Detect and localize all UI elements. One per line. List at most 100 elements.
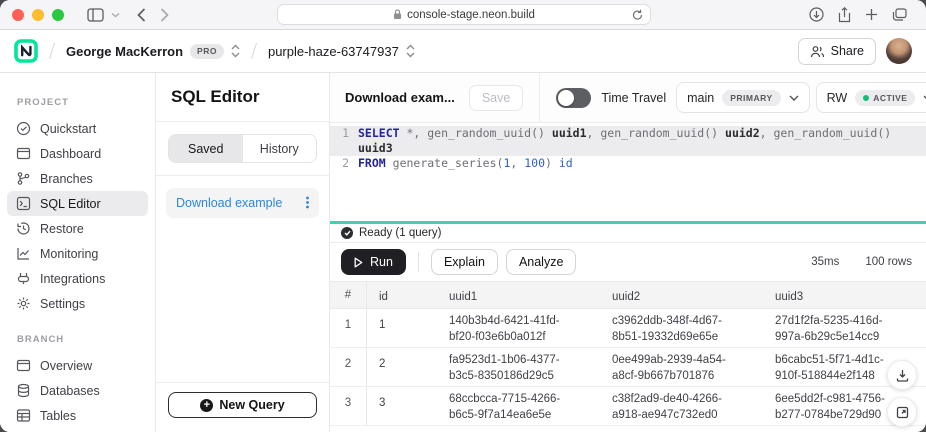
- save-button[interactable]: Save: [469, 85, 524, 111]
- compute-dropdown[interactable]: RW ACTIVE: [816, 82, 926, 113]
- sidebar-item-settings[interactable]: Settings: [7, 291, 148, 316]
- saved-queries-list: Download example: [156, 176, 329, 382]
- table-cell: 1: [367, 309, 437, 347]
- sql-editor-icon: [16, 196, 31, 211]
- sidebar-item-tables[interactable]: Tables: [7, 403, 148, 428]
- time-travel-label: Time Travel: [601, 91, 666, 105]
- ready-text: Ready (1 query): [359, 227, 441, 239]
- table-row[interactable]: 22fa9523d1-1b06-4377-b3c5-8350186d29c50e…: [330, 348, 926, 387]
- query-title: Download exam...: [345, 90, 455, 105]
- sidebar-item-integrations[interactable]: Integrations: [7, 266, 148, 291]
- minimize-window-button[interactable]: [32, 9, 44, 21]
- table-cell: 3: [367, 387, 437, 425]
- queries-panel: SQL Editor Saved History Download exampl…: [156, 73, 330, 432]
- divider: [418, 252, 419, 272]
- sidebar-section-project: PROJECT: [17, 97, 155, 108]
- play-icon: [354, 257, 363, 268]
- code-line[interactable]: 1SELECT *, gen_random_uuid() uuid1, gen_…: [330, 126, 926, 156]
- analyze-button[interactable]: Analyze: [506, 249, 576, 275]
- window-icon: [16, 146, 31, 161]
- sidebar-item-overview[interactable]: Overview: [7, 353, 148, 378]
- saved-history-tabs: Saved History: [168, 134, 317, 163]
- table-cell: fa9523d1-1b06-4377-b3c5-8350186d29c5: [437, 348, 583, 386]
- tab-overview-icon[interactable]: [892, 8, 907, 21]
- sidebar-item-label: Quickstart: [40, 122, 96, 136]
- table-cell: 2: [367, 348, 437, 386]
- sidebar: PROJECT Quickstart Dashboard Branches SQ…: [0, 73, 156, 432]
- run-label: Run: [370, 255, 393, 269]
- row-count: 100 rows: [865, 256, 912, 268]
- selector-chevrons-icon: [406, 44, 415, 58]
- sidebar-item-branches[interactable]: Branches: [7, 166, 148, 191]
- sidebar-item-label: Branches: [40, 172, 93, 186]
- breadcrumb-separator: [46, 40, 58, 62]
- lock-icon: [393, 9, 402, 20]
- share-button[interactable]: Share: [798, 38, 876, 65]
- table-cell: 1: [330, 309, 367, 347]
- code-line[interactable]: 2FROM generate_series(1, 100) id: [330, 156, 926, 171]
- new-query-label: New Query: [219, 398, 284, 412]
- results-body: 11140b3b4d-6421-41fd-bf20-f03e6b0a012fc3…: [330, 309, 926, 426]
- column-header[interactable]: uuid3: [763, 282, 926, 308]
- address-bar[interactable]: console-stage.neon.build: [277, 4, 651, 25]
- forward-button[interactable]: [160, 8, 169, 22]
- download-results-button[interactable]: [887, 360, 917, 390]
- breadcrumb-separator: [248, 40, 260, 62]
- active-badge: ACTIVE: [855, 90, 915, 106]
- back-button[interactable]: [137, 8, 146, 22]
- sidebar-toggle-icon[interactable]: [87, 8, 104, 22]
- window-icon: [16, 358, 31, 373]
- editor-panel: Download exam... Save Time Travel main P…: [330, 73, 926, 432]
- table-header: # id uuid1 uuid2 uuid3: [330, 281, 926, 309]
- run-button[interactable]: Run: [341, 249, 406, 275]
- sidebar-item-label: Tables: [40, 409, 76, 423]
- branch-dropdown[interactable]: main PRIMARY: [676, 82, 809, 113]
- code-lines: 1SELECT *, gen_random_uuid() uuid1, gen_…: [330, 126, 926, 171]
- column-header[interactable]: uuid2: [600, 282, 763, 308]
- table-cell: c38f2ad9-de40-4266-a918-ae947c732ed0: [600, 387, 746, 425]
- downloads-icon[interactable]: [809, 7, 824, 22]
- sidebar-item-databases[interactable]: Databases: [7, 378, 148, 403]
- sidebar-item-quickstart[interactable]: Quickstart: [7, 116, 148, 141]
- chevron-down-icon: [789, 95, 799, 101]
- kebab-menu-icon[interactable]: [306, 196, 309, 211]
- column-header[interactable]: #: [330, 282, 367, 308]
- status-bar: Ready (1 query): [330, 224, 926, 243]
- neon-logo[interactable]: [14, 39, 38, 63]
- table-row[interactable]: 3368ccbcca-7715-4266-b6c5-9f7a14ea6e5ec3…: [330, 387, 926, 426]
- close-window-button[interactable]: [12, 9, 24, 21]
- chevron-down-icon[interactable]: [111, 12, 120, 18]
- org-selector[interactable]: George MacKerron PRO: [66, 44, 240, 59]
- table-row[interactable]: 11140b3b4d-6421-41fd-bf20-f03e6b0a012fc3…: [330, 309, 926, 348]
- tab-history[interactable]: History: [243, 135, 317, 162]
- reload-icon[interactable]: [632, 9, 643, 21]
- compute-name: RW: [827, 91, 848, 105]
- zoom-window-button[interactable]: [52, 9, 64, 21]
- traffic-lights: [12, 9, 64, 21]
- share-label: Share: [831, 44, 864, 58]
- sidebar-item-label: Integrations: [40, 272, 105, 286]
- sidebar-item-sql-editor[interactable]: SQL Editor: [7, 191, 148, 216]
- column-header[interactable]: id: [367, 282, 437, 308]
- explain-button[interactable]: Explain: [431, 249, 498, 275]
- table-cell: 2: [330, 348, 367, 386]
- new-query-button[interactable]: + New Query: [168, 392, 317, 418]
- tab-saved[interactable]: Saved: [169, 135, 243, 162]
- project-selector[interactable]: purple-haze-63747937: [268, 44, 415, 59]
- line-number: 1: [330, 126, 358, 156]
- new-tab-icon[interactable]: [865, 8, 878, 21]
- saved-query-item[interactable]: Download example: [166, 188, 319, 218]
- column-header[interactable]: uuid1: [437, 282, 600, 308]
- browser-chrome: console-stage.neon.build: [0, 0, 926, 30]
- expand-results-button[interactable]: [887, 397, 917, 427]
- people-icon: [810, 45, 825, 58]
- sidebar-item-monitoring[interactable]: Monitoring: [7, 241, 148, 266]
- sidebar-item-partial[interactable]: [7, 428, 148, 432]
- time-travel-toggle[interactable]: [556, 88, 591, 108]
- sidebar-item-restore[interactable]: Restore: [7, 216, 148, 241]
- user-avatar[interactable]: [886, 38, 912, 64]
- sidebar-item-label: Restore: [40, 222, 84, 236]
- share-page-icon[interactable]: [838, 7, 851, 23]
- sql-code-editor[interactable]: 1SELECT *, gen_random_uuid() uuid1, gen_…: [330, 123, 926, 221]
- sidebar-item-dashboard[interactable]: Dashboard: [7, 141, 148, 166]
